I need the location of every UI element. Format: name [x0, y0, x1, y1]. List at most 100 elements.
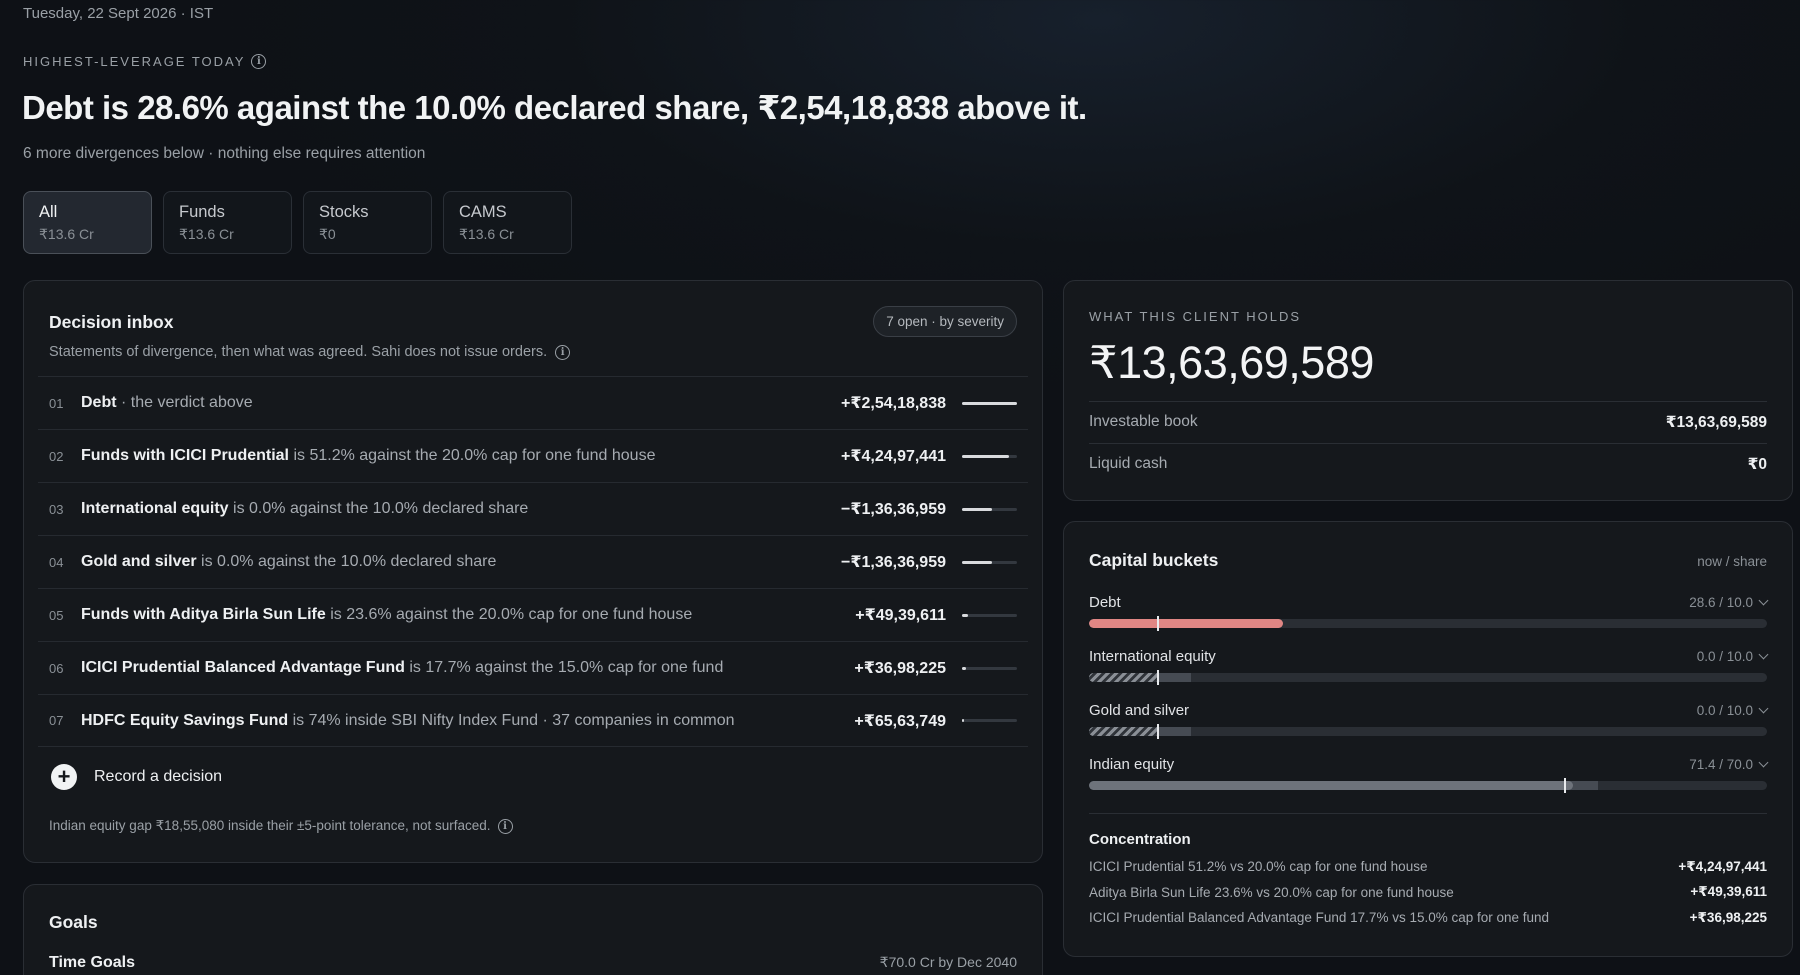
filter-tabs: All ₹13.6 Cr Funds ₹13.6 Cr Stocks ₹0 CA…	[23, 191, 572, 254]
inbox-subtitle-text: Statements of divergence, then what was …	[49, 344, 548, 360]
holdings-total: ₹13,63,69,589	[1089, 337, 1374, 388]
row-number: 05	[49, 607, 64, 623]
row-number: 07	[49, 713, 64, 728]
goals-title: Goals	[49, 912, 98, 932]
severity-fill	[962, 560, 993, 564]
bucket-gold-and-silver[interactable]: Gold and silver 0.0 / 10.0	[1089, 702, 1769, 752]
page-subline: 6 more divergences below · nothing else …	[23, 145, 426, 162]
severity-fill	[962, 401, 1017, 405]
severity-bar	[962, 454, 1017, 458]
bucket-ratio: 0.0 / 10.0	[1697, 703, 1769, 718]
divergence-list: 01 Debt · the verdict above +₹2,54,18,83…	[38, 376, 1028, 747]
row-subject: Debt	[81, 394, 117, 411]
severity-bar	[962, 719, 1017, 722]
inbox-footnote: Indian equity gap ₹18,55,080 inside thei…	[49, 818, 513, 834]
row-subject: ICICI Prudential Balanced Advantage Fund	[81, 659, 405, 676]
info-icon[interactable]: i	[497, 818, 513, 834]
holdings-eyebrow: WHAT THIS CLIENT HOLDS	[1089, 309, 1302, 324]
row-text: ICICI Prudential Balanced Advantage Fund…	[81, 659, 806, 677]
bucket-ratio: 0.0 / 10.0	[1696, 649, 1769, 664]
bucket-track	[1089, 727, 1767, 736]
record-decision-button[interactable]: + Record a decision	[51, 764, 222, 790]
bucket-share-marker	[1156, 670, 1159, 685]
filter-value: ₹13.6 Cr	[459, 226, 514, 242]
bucket-label: Indian equity	[1089, 756, 1175, 773]
row-number: 02	[49, 448, 64, 464]
severity-bar	[962, 401, 1017, 405]
concentration-title: Concentration	[1089, 831, 1191, 848]
plus-circle-icon: +	[51, 764, 77, 790]
filter-label: Funds	[179, 203, 225, 221]
client-holdings-card: WHAT THIS CLIENT HOLDS ₹13,63,69,589 Inv…	[1063, 280, 1793, 501]
row-detail: is 23.6% against the 20.0% cap for one f…	[325, 606, 693, 623]
row-amount: +₹49,39,611	[855, 607, 946, 624]
filter-value: ₹13.6 Cr	[39, 226, 94, 242]
divergence-row[interactable]: 06 ICICI Prudential Balanced Advantage F…	[38, 641, 1028, 694]
concentration-row[interactable]: Aditya Birla Sun Life 23.6% vs 20.0% cap…	[1089, 880, 1767, 906]
concentration-value: +₹49,39,611	[1690, 884, 1767, 900]
decision-inbox-card: Decision inbox 7 open · by severity Stat…	[23, 280, 1043, 863]
footnote-text: Indian equity gap ₹18,55,080 inside thei…	[49, 818, 491, 833]
chevron-down-icon	[1758, 649, 1769, 660]
filter-tab-cams[interactable]: CAMS ₹13.6 Cr	[443, 191, 572, 254]
inbox-open-pill[interactable]: 7 open · by severity	[873, 306, 1017, 337]
goals-row[interactable]: Time Goals ₹70.0 Cr by Dec 2040	[49, 954, 1017, 972]
row-amount: −₹1,36,36,959	[841, 501, 946, 518]
goals-row-label: Time Goals	[49, 954, 135, 971]
inbox-subtitle: Statements of divergence, then what was …	[49, 344, 571, 360]
filter-label: All	[39, 203, 58, 221]
bucket-debt[interactable]: Debt 28.6 / 10.0	[1089, 594, 1769, 644]
row-amount: +₹4,24,97,441	[841, 448, 946, 465]
row-number: 01	[49, 395, 64, 411]
info-icon[interactable]: i	[555, 344, 571, 360]
inbox-title: Decision inbox	[49, 312, 174, 332]
divergence-row[interactable]: 03 International equity is 0.0% against …	[38, 482, 1028, 535]
bucket-indian-equity[interactable]: Indian equity 71.4 / 70.0	[1089, 756, 1769, 806]
bucket-share-marker	[1156, 724, 1159, 739]
row-detail: is 17.7% against the 15.0% cap for one f…	[404, 659, 724, 676]
filter-label: CAMS	[459, 203, 507, 221]
holdings-label: Investable book	[1089, 413, 1198, 430]
divergence-row[interactable]: 02 Funds with ICICI Prudential is 51.2% …	[38, 429, 1028, 482]
chevron-down-icon	[1758, 595, 1769, 606]
row-detail: is 51.2% against the 20.0% cap for one f…	[289, 447, 656, 464]
row-text: Funds with Aditya Birla Sun Life is 23.6…	[81, 606, 806, 624]
severity-fill	[962, 454, 1009, 458]
severity-fill	[962, 666, 967, 670]
row-number: 04	[49, 554, 64, 570]
goals-card: Goals Time Goals ₹70.0 Cr by Dec 2040	[23, 884, 1043, 975]
bucket-gap-hatch	[1089, 727, 1157, 736]
bucket-ratio-text: 0.0 / 10.0	[1696, 649, 1753, 664]
capital-buckets-card: Capital buckets now / share Debt 28.6 / …	[1063, 521, 1793, 957]
divergence-row[interactable]: 07 HDFC Equity Savings Fund is 74% insid…	[38, 694, 1028, 747]
chevron-down-icon	[1758, 757, 1769, 768]
chevron-down-icon	[1758, 703, 1769, 714]
filter-tab-stocks[interactable]: Stocks ₹0	[303, 191, 432, 254]
buckets-header-right: now / share	[1697, 554, 1767, 569]
filter-tab-funds[interactable]: Funds ₹13.6 Cr	[163, 191, 292, 254]
bucket-international-equity[interactable]: International equity 0.0 / 10.0	[1089, 648, 1769, 698]
concentration-value: +₹4,24,97,441	[1678, 858, 1767, 874]
row-amount: −₹1,36,36,959	[841, 554, 946, 571]
holdings-value: ₹13,63,69,589	[1665, 414, 1767, 431]
row-subject: Funds with Aditya Birla Sun Life	[81, 606, 326, 623]
bucket-ratio: 28.6 / 10.0	[1689, 595, 1769, 610]
concentration-label: ICICI Prudential 51.2% vs 20.0% cap for …	[1089, 859, 1428, 875]
filter-tab-all[interactable]: All ₹13.6 Cr	[23, 191, 152, 254]
bucket-track	[1089, 619, 1767, 628]
divergence-row[interactable]: 05 Funds with Aditya Birla Sun Life is 2…	[38, 588, 1028, 641]
concentration-row[interactable]: ICICI Prudential Balanced Advantage Fund…	[1089, 905, 1767, 931]
concentration-row[interactable]: ICICI Prudential 51.2% vs 20.0% cap for …	[1089, 854, 1767, 880]
severity-fill	[962, 719, 964, 722]
row-subject: Funds with ICICI Prudential	[81, 447, 289, 464]
filter-label: Stocks	[319, 203, 369, 221]
info-icon[interactable]: i	[251, 54, 267, 69]
holdings-row-liquid-cash: Liquid cash ₹0	[1089, 443, 1767, 485]
divergence-row[interactable]: 04 Gold and silver is 0.0% against the 1…	[38, 535, 1028, 588]
severity-bar	[962, 560, 1017, 564]
severity-fill	[962, 507, 993, 511]
row-subject: International equity	[81, 500, 229, 517]
holdings-value: ₹0	[1747, 456, 1767, 473]
holdings-label: Liquid cash	[1089, 455, 1168, 472]
divergence-row[interactable]: 01 Debt · the verdict above +₹2,54,18,83…	[38, 376, 1028, 429]
